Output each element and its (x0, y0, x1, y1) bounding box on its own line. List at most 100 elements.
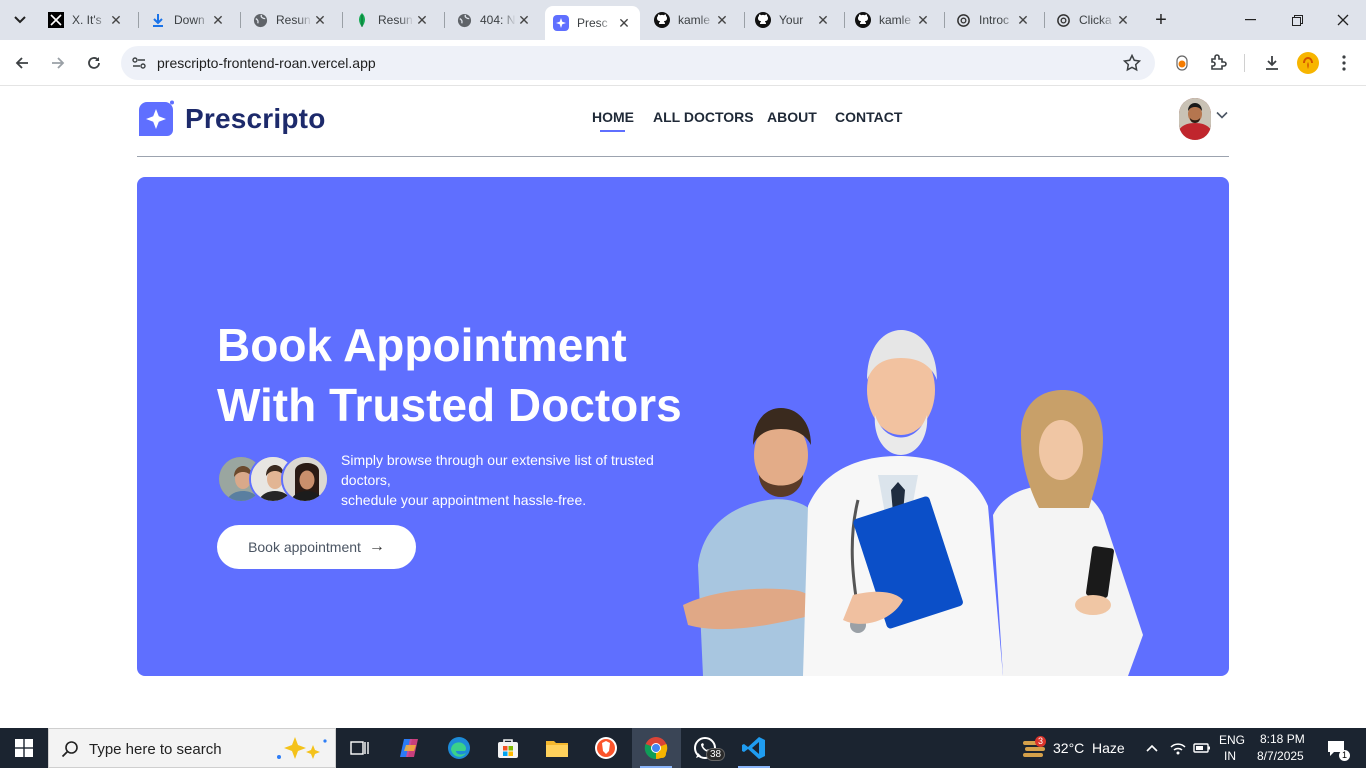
tab-title: X. It's (72, 13, 102, 27)
nav-about[interactable]: ABOUT (767, 109, 817, 125)
tab-clicka[interactable]: Clicka ✕ (1047, 6, 1139, 34)
close-icon[interactable]: ✕ (815, 12, 831, 28)
x-logo-icon (48, 12, 64, 28)
tab-title: Resun (378, 13, 413, 27)
close-icon[interactable]: ✕ (714, 12, 730, 28)
chevron-down-icon[interactable] (1216, 111, 1228, 119)
extensions-puzzle-icon[interactable] (1206, 51, 1230, 75)
battery-icon[interactable] (1190, 733, 1214, 763)
group-profiles-image (217, 455, 329, 503)
network-icon[interactable] (1166, 733, 1190, 763)
tab-resume-2[interactable]: Resun ✕ (346, 6, 438, 34)
tab-github-1[interactable]: kamle ✕ (646, 6, 738, 34)
hero-description-line: Simply browse through our extensive list… (341, 452, 654, 468)
reload-icon[interactable] (82, 51, 106, 75)
browser-toolbar: prescripto-frontend-roan.vercel.app (0, 40, 1366, 86)
profile-avatar-icon[interactable] (1296, 51, 1320, 75)
close-icon[interactable]: ✕ (516, 12, 532, 28)
vscode-icon[interactable] (738, 733, 770, 763)
doctors-group-image (683, 330, 1143, 676)
close-icon[interactable]: ✕ (210, 12, 226, 28)
header-divider (137, 156, 1229, 157)
download-icon[interactable] (1260, 51, 1284, 75)
book-appointment-button[interactable]: Book appointment → (217, 525, 416, 569)
close-window-icon[interactable] (1331, 8, 1355, 32)
temperature-text: 32°C (1053, 740, 1085, 756)
site-settings-icon[interactable] (131, 55, 147, 76)
microsoft-store-icon[interactable] (492, 733, 524, 763)
chrome-icon[interactable] (640, 733, 672, 763)
edge-icon[interactable] (443, 733, 475, 763)
close-icon[interactable]: ✕ (108, 12, 124, 28)
nav-active-indicator (600, 130, 625, 132)
copilot-icon[interactable] (394, 733, 426, 763)
weather-text: Haze (1092, 740, 1125, 756)
hero-description-line: schedule your appointment hassle-free. (341, 492, 587, 508)
windows-taskbar: Type here to search 38 3 32°C Haze ENG I… (0, 728, 1366, 768)
notification-count-badge: 1 (1339, 750, 1350, 761)
clock-date[interactable]: 8/7/2025 (1257, 749, 1304, 763)
browser-menu-icon[interactable] (1332, 51, 1356, 75)
tab-title: kamle (879, 13, 912, 27)
brave-browser-icon[interactable] (590, 733, 622, 763)
tab-github-3[interactable]: kamle ✕ (847, 6, 939, 34)
nav-all-doctors[interactable]: ALL DOCTORS (653, 109, 754, 125)
forward-arrow-icon[interactable] (46, 51, 70, 75)
profile-face (281, 455, 329, 503)
user-avatar[interactable] (1179, 98, 1211, 140)
search-placeholder: Type here to search (89, 741, 222, 758)
tab-x[interactable]: X. It's ✕ (40, 6, 132, 34)
browser-tab-strip: X. It's ✕ Down ✕ Resun ✕ Resun ✕ 404: N … (0, 0, 1366, 40)
nav-contact[interactable]: CONTACT (835, 109, 902, 125)
tab-404[interactable]: 404: N ✕ (448, 6, 540, 34)
nav-home[interactable]: HOME (592, 109, 634, 125)
github-icon (755, 12, 771, 28)
tab-title: Clicka (1079, 13, 1112, 27)
hero-title-line: With Trusted Doctors (217, 379, 682, 431)
language-text[interactable]: ENG (1219, 733, 1245, 747)
tab-title: Introc (979, 13, 1010, 27)
arrow-right-icon: → (368, 538, 385, 555)
extension-orange-icon[interactable] (1170, 51, 1194, 75)
new-tab-plus-icon[interactable]: + (1149, 8, 1173, 32)
search-icon (61, 740, 79, 763)
web-page: Prescripto HOME ALL DOCTORS ABOUT CONTAC… (0, 87, 1366, 728)
globe-icon (456, 12, 472, 28)
tab-download[interactable]: Down ✕ (142, 6, 234, 34)
tab-resume-1[interactable]: Resun ✕ (244, 6, 336, 34)
restore-icon[interactable] (1285, 8, 1309, 32)
close-icon[interactable]: ✕ (915, 12, 931, 28)
tab-github-2[interactable]: Your ✕ (747, 6, 839, 34)
sparkle-icon (267, 735, 331, 768)
address-bar[interactable]: prescripto-frontend-roan.vercel.app (121, 46, 1155, 80)
weather-icon[interactable] (1018, 733, 1050, 763)
close-icon[interactable]: ✕ (1115, 12, 1131, 28)
tab-prescripto[interactable]: Presc ✕ (545, 6, 640, 40)
close-icon[interactable]: ✕ (1015, 12, 1031, 28)
github-icon (855, 12, 871, 28)
task-view-icon[interactable] (344, 733, 376, 763)
close-icon[interactable]: ✕ (312, 12, 328, 28)
close-icon[interactable]: ✕ (616, 15, 632, 31)
back-arrow-icon[interactable] (10, 51, 34, 75)
windows-start-icon[interactable] (8, 733, 40, 763)
taskbar-search[interactable]: Type here to search (48, 728, 336, 768)
download-icon (150, 12, 166, 28)
weather-alert-badge: 3 (1035, 736, 1046, 747)
file-explorer-icon[interactable] (541, 733, 573, 763)
bookmark-star-icon[interactable] (1122, 53, 1142, 77)
tab-search-chevron-icon[interactable] (8, 8, 32, 32)
region-text[interactable]: IN (1224, 749, 1236, 763)
whatsapp-badge: 38 (706, 748, 726, 761)
tab-title: 404: N (480, 13, 516, 27)
site-logo[interactable]: Prescripto (137, 100, 326, 138)
prescripto-logo-icon (139, 100, 174, 136)
close-icon[interactable]: ✕ (414, 12, 430, 28)
show-hidden-icons-chevron-icon[interactable] (1138, 733, 1166, 763)
hero-description: Simply browse through our extensive list… (341, 450, 671, 510)
tab-intro[interactable]: Introc ✕ (947, 6, 1039, 34)
minimize-icon[interactable] (1238, 8, 1262, 32)
leaf-icon (354, 12, 370, 28)
globe-icon (252, 12, 268, 28)
clock-time[interactable]: 8:18 PM (1260, 732, 1305, 746)
